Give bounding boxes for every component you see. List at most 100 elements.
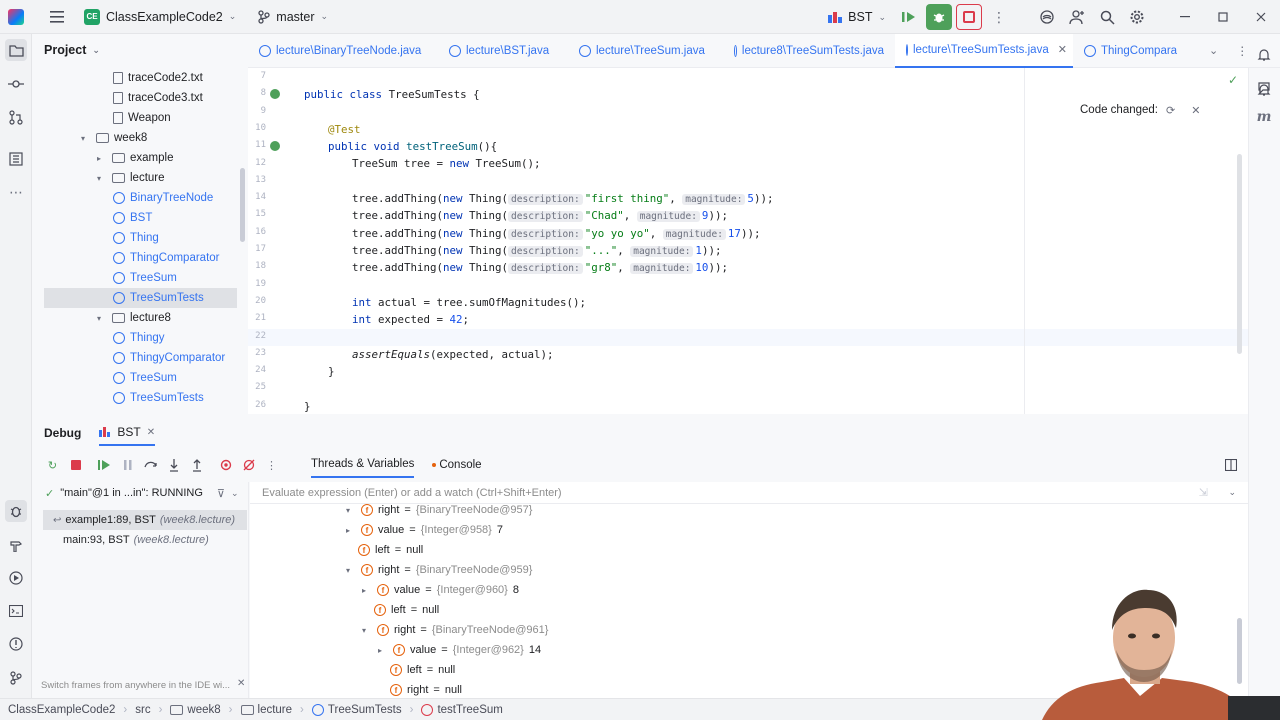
chevron-down-icon[interactable]: ▾ <box>81 134 91 143</box>
resume-program-icon[interactable] <box>896 4 922 30</box>
step-over-icon[interactable] <box>139 454 162 476</box>
editor-tab[interactable]: ThingCompara <box>1073 34 1203 68</box>
no-problems-check-icon[interactable]: ✓ <box>1228 73 1238 87</box>
variable-row[interactable]: f left = null <box>390 660 455 680</box>
chevron-down-icon[interactable]: ▾ <box>346 566 356 575</box>
maven-icon[interactable]: m <box>1253 106 1275 128</box>
project-tree-item[interactable]: Thingy <box>113 328 165 348</box>
close-icon[interactable] <box>1248 4 1274 30</box>
layout-settings-icon[interactable] <box>1219 454 1242 476</box>
run-config-selector[interactable]: BST ⌄ <box>822 3 892 31</box>
chevron-down-icon[interactable]: ⌄ <box>1228 487 1236 498</box>
project-tree-item[interactable]: Weapon <box>113 108 171 128</box>
debug-bug-icon[interactable] <box>926 4 952 30</box>
step-into-icon[interactable] <box>162 454 185 476</box>
breadcrumb-item[interactable]: week8 <box>170 704 221 716</box>
run-test-class-icon[interactable] <box>270 89 280 99</box>
variable-row[interactable]: ▸ f value = {Integer@960} 8 <box>362 580 519 600</box>
project-tree-item[interactable]: ▾ lecture <box>97 168 165 188</box>
editor-tab[interactable]: lecture\BinaryTreeNode.java <box>248 34 438 68</box>
console-tab[interactable]: Console <box>432 459 482 471</box>
breadcrumb-item[interactable]: lecture <box>240 704 292 716</box>
more-tools-icon[interactable]: ⋯ <box>5 181 27 203</box>
bell-icon[interactable] <box>1253 43 1275 65</box>
reload-classes-icon[interactable]: ⟳ <box>1166 104 1175 117</box>
ai-chat-icon[interactable] <box>1253 77 1275 99</box>
editor-tab[interactable]: lecture\BST.java <box>438 34 568 68</box>
project-scrollbar[interactable] <box>240 168 245 242</box>
chevron-down-icon[interactable]: ▾ <box>97 174 107 183</box>
project-tree-item[interactable]: ▾ week8 <box>81 128 147 148</box>
project-tree-item[interactable]: TreeSum <box>113 368 177 388</box>
more-options-icon[interactable]: ⋮ <box>260 454 283 476</box>
step-out-icon[interactable] <box>185 454 208 476</box>
variable-row[interactable]: f left = null <box>374 600 439 620</box>
editor-tab[interactable]: lecture\TreeSum.java <box>568 34 723 68</box>
thread-selector[interactable]: ✓ "main"@1 in ...in": RUNNING ⊽ ⌄ <box>37 482 249 504</box>
stop-icon[interactable] <box>64 454 87 476</box>
more-options-icon[interactable]: ⋮ <box>986 4 1012 30</box>
chevron-down-icon[interactable]: ▾ <box>97 314 107 323</box>
debug-session-tab[interactable]: BST ✕ <box>99 420 156 446</box>
project-tree-item[interactable]: traceCode2.txt <box>113 68 203 88</box>
filter-icon[interactable]: ⊽ <box>217 487 225 500</box>
stack-frame[interactable]: main:93, BST (week8.lecture) <box>43 530 247 550</box>
threads-variables-tab[interactable]: Threads & Variables <box>311 452 415 478</box>
breadcrumb-item[interactable]: TreeSumTests <box>311 703 402 716</box>
variable-row[interactable]: ▾ f right = {BinaryTreeNode@961} <box>362 620 548 640</box>
editor-tab[interactable]: lecture\TreeSumTests.java ✕ <box>895 33 1073 68</box>
expand-editor-icon[interactable]: ⇲ <box>1199 486 1208 499</box>
project-tree-item[interactable]: ThingComparator <box>113 248 219 268</box>
tab-list-chevron-icon[interactable]: ⌄ <box>1209 44 1218 57</box>
chevron-right-icon[interactable]: ▸ <box>346 526 356 535</box>
stack-frame[interactable]: ↩ example1:89, BST (week8.lecture) <box>43 510 247 530</box>
project-tree-item[interactable]: Thing <box>113 228 159 248</box>
variable-row[interactable]: ▸ f value = {Integer@962} 14 <box>378 640 541 660</box>
chevron-right-icon[interactable]: ▸ <box>378 646 388 655</box>
editor-tab[interactable]: lecture8\TreeSumTests.java <box>723 34 895 68</box>
project-tree-item[interactable]: ▸ example <box>97 148 173 168</box>
project-tree-item[interactable]: BinaryTreeNode <box>113 188 213 208</box>
close-icon[interactable]: ✕ <box>1191 104 1200 117</box>
add-user-icon[interactable] <box>1064 4 1090 30</box>
debug-tool-icon[interactable] <box>5 500 27 522</box>
close-icon[interactable]: ✕ <box>147 427 155 438</box>
branch-selector[interactable]: master ⌄ <box>252 3 334 31</box>
project-tree-item[interactable]: ▾ lecture8 <box>97 308 171 328</box>
editor-scrollbar[interactable] <box>1237 154 1242 354</box>
mute-breakpoints-icon[interactable] <box>237 454 260 476</box>
commit-icon[interactable] <box>5 73 27 95</box>
run-test-method-icon[interactable] <box>270 141 280 151</box>
breadcrumb-item[interactable]: ClassExampleCode2 <box>8 704 115 716</box>
services-icon[interactable] <box>5 567 27 589</box>
minimize-icon[interactable] <box>1172 4 1198 30</box>
breadcrumb-item[interactable]: src <box>135 704 150 716</box>
variable-row[interactable]: f left = null <box>358 540 423 560</box>
project-tree-item[interactable]: TreeSumTests <box>44 288 237 308</box>
chevron-down-icon[interactable]: ▾ <box>346 506 356 515</box>
project-tree-item[interactable]: ThingyComparator <box>113 348 225 368</box>
breadcrumb-item[interactable]: testTreeSum <box>421 703 503 716</box>
terminal-icon[interactable] <box>5 600 27 622</box>
project-folder-icon[interactable] <box>5 39 27 61</box>
gear-icon[interactable] <box>1124 4 1150 30</box>
variable-row[interactable]: ▾ f right = {BinaryTreeNode@959} <box>346 560 532 580</box>
close-icon[interactable]: ✕ <box>1058 43 1067 56</box>
rerun-icon[interactable]: ↻ <box>41 454 64 476</box>
maximize-icon[interactable] <box>1210 4 1236 30</box>
chevron-down-icon[interactable]: ▾ <box>362 626 372 635</box>
project-tree-item[interactable]: BST <box>113 208 152 228</box>
view-breakpoints-icon[interactable] <box>214 454 237 476</box>
more-options-icon[interactable]: ⋮ <box>1236 44 1248 58</box>
search-icon[interactable] <box>1094 4 1120 30</box>
project-panel-header[interactable]: Project ⌄ <box>33 34 247 66</box>
chevron-right-icon[interactable]: ▸ <box>362 586 372 595</box>
project-tree-item[interactable]: TreeSum <box>113 268 177 288</box>
main-menu-icon[interactable] <box>44 4 70 30</box>
project-tree-item[interactable]: traceCode3.txt <box>113 88 203 108</box>
resume-icon[interactable] <box>93 454 116 476</box>
structure-icon[interactable] <box>5 148 27 170</box>
version-control-icon[interactable] <box>5 667 27 689</box>
build-hammer-icon[interactable] <box>5 534 27 556</box>
pause-icon[interactable] <box>116 454 139 476</box>
